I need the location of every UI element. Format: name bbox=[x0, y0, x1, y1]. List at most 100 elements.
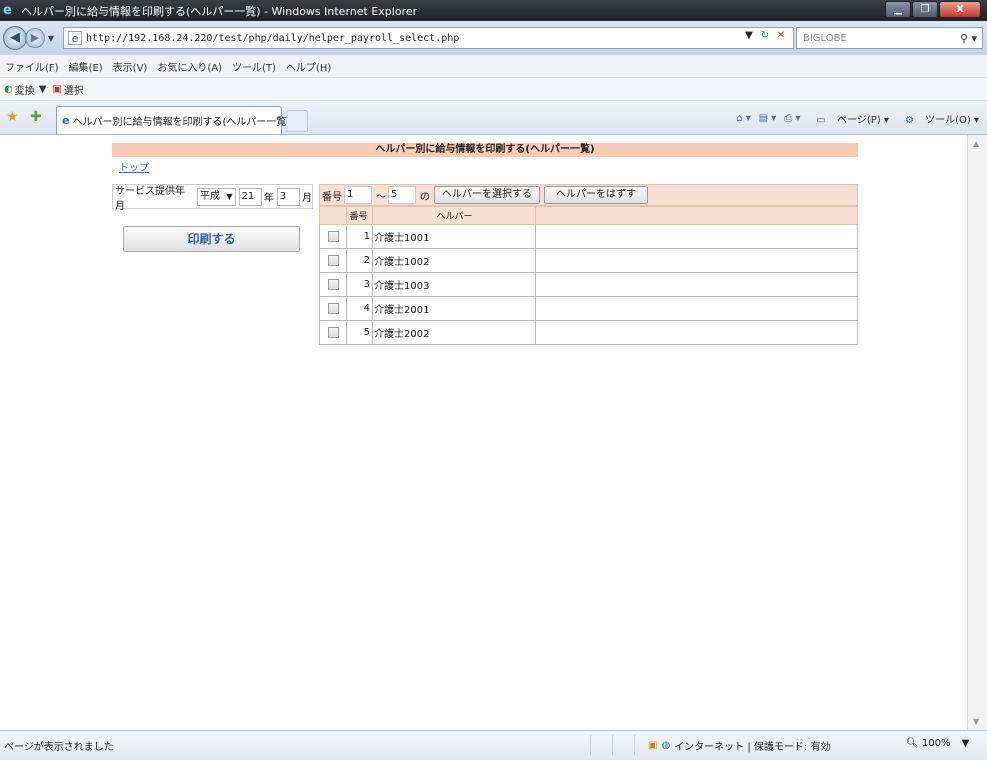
forward-button[interactable]: ▶ bbox=[25, 28, 45, 48]
era-select[interactable]: 平成 ▼ bbox=[196, 187, 236, 206]
select-button[interactable]: 選択 bbox=[64, 82, 84, 97]
window-title: ヘルパー別に給与情報を印刷する(ヘルパー一覧) - Windows Intern… bbox=[21, 4, 418, 18]
blank-cell bbox=[535, 320, 858, 345]
chevron-down-icon: ▼ bbox=[226, 191, 233, 201]
address-dropdown-icon[interactable]: ▼ bbox=[741, 30, 757, 41]
table-header-row: 番号 ヘルパー bbox=[319, 206, 858, 225]
page-content: ヘルパー別に給与情報を印刷する(ヘルパー一覧) トップ サービス提供年月 平成 … bbox=[0, 135, 967, 730]
helper-number: 3 bbox=[346, 272, 373, 297]
helper-checkbox[interactable] bbox=[327, 326, 339, 338]
gear-icon: ⚙ bbox=[904, 115, 914, 126]
page-menu-icon: ▭ bbox=[816, 115, 826, 126]
helper-number: 2 bbox=[346, 248, 373, 273]
zoom-dropdown-icon[interactable]: ▼ bbox=[962, 738, 970, 749]
helper-checkbox[interactable] bbox=[327, 230, 339, 242]
helper-name: 介護士1003 bbox=[372, 272, 536, 297]
select-helpers-button[interactable]: ヘルパーを選択する bbox=[434, 186, 540, 204]
header-helper: ヘルパー bbox=[372, 206, 536, 225]
refresh-icon[interactable]: ↻ bbox=[757, 30, 773, 41]
window-titlebar: e ヘルパー別に給与情報を印刷する(ヘルパー一覧) - Windows Inte… bbox=[0, 0, 987, 21]
blank-cell bbox=[535, 248, 858, 273]
print-button[interactable]: 印刷する bbox=[123, 226, 300, 252]
tab-bar: ★ ✚ e ヘルパー別に給与情報を印刷する(ヘルパー一覧) ⌂ ▾ ▤ ▾ ⎙ … bbox=[0, 101, 987, 135]
helper-checkbox[interactable] bbox=[327, 254, 339, 266]
scroll-up-icon[interactable]: ▲ bbox=[973, 139, 979, 148]
menu-tools[interactable]: ツール(T) bbox=[232, 59, 276, 74]
feeds-icon[interactable]: ▤ ▾ bbox=[759, 113, 777, 124]
back-button[interactable]: ◀ bbox=[3, 26, 27, 50]
helper-table: 番号 ヘルパー 1 介護士1001 2 介護士1002 3 介護士1003 4 … bbox=[319, 206, 858, 345]
helper-number: 5 bbox=[346, 320, 373, 345]
maximize-button[interactable]: ❐ bbox=[912, 1, 938, 18]
history-dropdown-icon[interactable]: ▼ bbox=[45, 34, 57, 43]
close-button[interactable]: X bbox=[939, 1, 981, 18]
helper-name: 介護士1002 bbox=[372, 248, 536, 273]
helper-number: 4 bbox=[346, 296, 373, 321]
status-text: ページが表示されました bbox=[4, 742, 114, 753]
menu-edit[interactable]: 編集(E) bbox=[69, 59, 103, 74]
row-checkbox-cell bbox=[319, 296, 347, 321]
year-unit: 年 bbox=[263, 193, 274, 204]
menu-favorites[interactable]: お気に入り(A) bbox=[157, 59, 222, 74]
month-input[interactable]: 3 bbox=[276, 187, 300, 206]
tab-label: ヘルパー別に給与情報を印刷する(ヘルパー一覧) bbox=[72, 117, 291, 128]
helper-checkbox[interactable] bbox=[327, 302, 339, 314]
range-no-label: の bbox=[420, 191, 430, 203]
address-field[interactable]: e http://192.168.24.220/test/php/daily/h… bbox=[63, 27, 794, 49]
row-checkbox-cell bbox=[319, 272, 347, 297]
favorites-star-icon[interactable]: ★ bbox=[6, 109, 19, 125]
convert-button[interactable]: 変換 bbox=[15, 82, 35, 97]
tools-menu[interactable]: ⚙ ツール(O) ▾ bbox=[897, 111, 979, 126]
menu-view[interactable]: 表示(V) bbox=[113, 59, 148, 74]
convert-dropdown-icon[interactable]: ▼ bbox=[39, 84, 47, 95]
blank-cell bbox=[535, 272, 858, 297]
year-input[interactable]: 21 bbox=[238, 187, 262, 206]
zoom-icon: 🔍︎ bbox=[906, 738, 919, 749]
menu-file[interactable]: ファイル(F) bbox=[5, 59, 59, 74]
stop-icon[interactable]: ✕ bbox=[773, 30, 789, 41]
home-icon[interactable]: ⌂ ▾ bbox=[736, 113, 751, 124]
service-period-label: サービス提供年月 bbox=[115, 185, 185, 212]
header-checkbox-col bbox=[319, 206, 347, 225]
top-link[interactable]: トップ bbox=[119, 159, 149, 174]
status-divider bbox=[634, 735, 635, 755]
unselect-helpers-button[interactable]: ヘルパーをはずす bbox=[544, 186, 648, 204]
convert-icon: ◐ bbox=[4, 83, 13, 95]
print-icon[interactable]: ⎙ ▾ bbox=[784, 113, 800, 124]
vertical-scrollbar[interactable]: ▲ ▼ bbox=[967, 135, 987, 730]
address-actions: ▼ ↻ ✕ bbox=[741, 30, 789, 41]
ie-logo-icon: e bbox=[3, 2, 12, 18]
helper-checkbox[interactable] bbox=[327, 278, 339, 290]
address-toolbar: ◀ ▶ ▼ e http://192.168.24.220/test/php/d… bbox=[0, 21, 987, 55]
tab-page-icon: e bbox=[62, 114, 70, 127]
table-row: 1 介護士1001 bbox=[319, 224, 858, 249]
security-zone[interactable]: ▣ ◍ インターネット | 保護モード: 有効 bbox=[648, 738, 830, 753]
scroll-down-icon[interactable]: ▼ bbox=[973, 717, 979, 726]
new-tab-button[interactable] bbox=[286, 110, 308, 132]
zoom-control[interactable]: 🔍︎ 100% ▼ bbox=[906, 738, 969, 749]
status-divider bbox=[590, 735, 591, 755]
menu-bar: ファイル(F) 編集(E) 表示(V) お気に入り(A) ツール(T) ヘルプ(… bbox=[0, 55, 987, 78]
row-checkbox-cell bbox=[319, 248, 347, 273]
helper-number: 1 bbox=[346, 224, 373, 249]
row-checkbox-cell bbox=[319, 320, 347, 345]
range-to-input[interactable]: 5 bbox=[388, 186, 416, 204]
page-menu[interactable]: ▭ ページ(P) ▾ bbox=[808, 111, 888, 126]
zone-text: インターネット | 保護モード: 有効 bbox=[674, 742, 831, 753]
status-divider bbox=[612, 735, 613, 755]
search-input[interactable]: BIGLOBE bbox=[797, 33, 954, 44]
page-title: ヘルパー別に給与情報を印刷する(ヘルパー一覧) bbox=[112, 143, 858, 157]
tab-helper-payroll[interactable]: e ヘルパー別に給与情報を印刷する(ヘルパー一覧) bbox=[56, 106, 290, 134]
status-bar: ページが表示されました ▣ ◍ インターネット | 保護モード: 有効 🔍︎ 1… bbox=[0, 730, 987, 760]
range-from-input[interactable]: 1 bbox=[344, 186, 372, 204]
range-tilde: ～ bbox=[376, 191, 386, 203]
tools-menu-label: ツール(O) bbox=[925, 115, 971, 126]
menu-help[interactable]: ヘルプ(H) bbox=[286, 59, 331, 74]
search-icon[interactable]: ⚲ ▾ bbox=[954, 32, 982, 45]
add-favorites-icon[interactable]: ✚ bbox=[30, 109, 42, 125]
minimize-button[interactable]: ▁ bbox=[885, 1, 911, 18]
table-row: 4 介護士2001 bbox=[319, 296, 858, 321]
helper-name: 介護士1001 bbox=[372, 224, 536, 249]
month-unit: 月 bbox=[302, 193, 312, 204]
search-field[interactable]: BIGLOBE ⚲ ▾ bbox=[796, 27, 983, 49]
